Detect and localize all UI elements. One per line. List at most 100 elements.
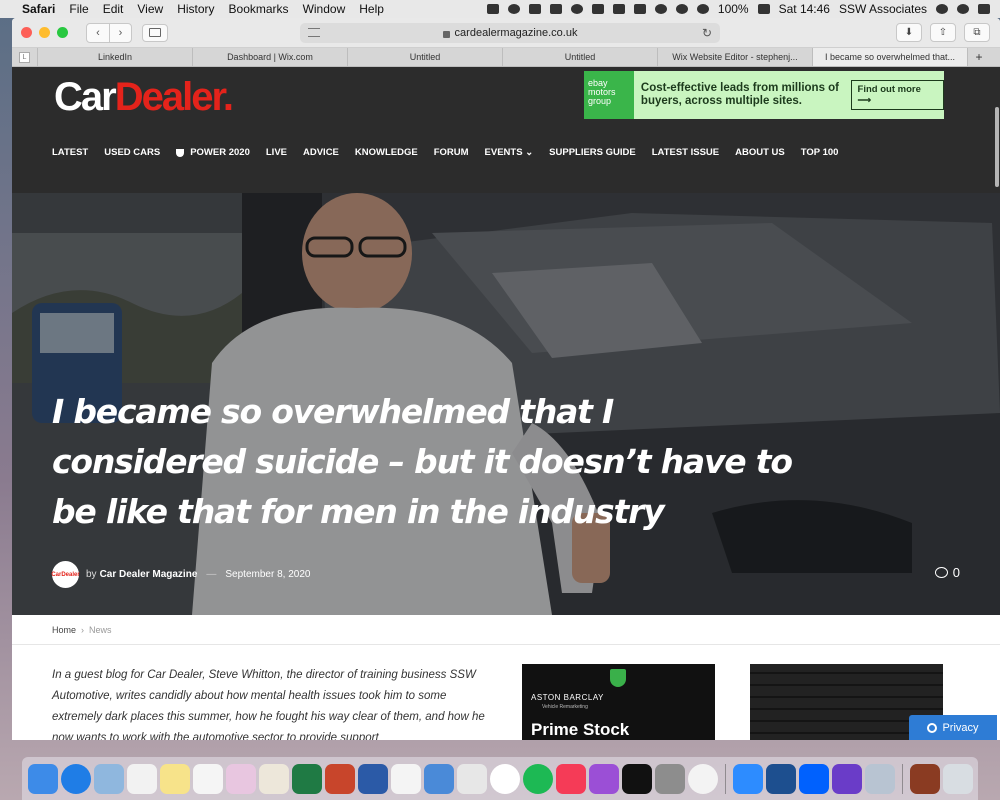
zoom-icon[interactable]	[733, 763, 763, 794]
finder-icon[interactable]	[28, 763, 58, 794]
nav-forum[interactable]: FORUM	[434, 147, 469, 158]
tab-linkedin[interactable]: LinkedIn	[38, 48, 193, 66]
fullscreen-window-button[interactable]	[57, 27, 68, 38]
mail-icon[interactable]	[570, 4, 583, 14]
logo-text-dealer: Dealer	[114, 75, 225, 119]
menu-history[interactable]: History	[177, 2, 214, 16]
airplay-icon[interactable]	[633, 4, 646, 14]
tab-article-active[interactable]: I became so overwhelmed that...	[813, 48, 968, 66]
reader-view-icon[interactable]	[308, 28, 320, 37]
nav-top-100[interactable]: TOP 100	[801, 147, 839, 158]
nav-latest-issue[interactable]: LATEST ISSUE	[652, 147, 719, 158]
comments-link[interactable]: 0	[934, 565, 960, 580]
music-target-icon[interactable]	[490, 763, 520, 794]
siri-icon[interactable]	[957, 4, 969, 14]
nav-suppliers-guide[interactable]: SUPPLIERS GUIDE	[549, 147, 636, 158]
close-window-button[interactable]	[21, 27, 32, 38]
downloads-stack-icon[interactable]	[910, 763, 940, 794]
pages-icon[interactable]	[457, 763, 487, 794]
privacy-button[interactable]: Privacy	[909, 715, 997, 740]
cloud-icon[interactable]	[507, 4, 520, 14]
minimize-window-button[interactable]	[39, 27, 50, 38]
tab-wix-dashboard[interactable]: Dashboard | Wix.com	[193, 48, 348, 66]
address-bar-url[interactable]: cardealermagazine.co.uk	[455, 27, 578, 39]
web-page: CarDealer. ebay motors group Cost-effect…	[12, 67, 1000, 740]
apple-tv-icon[interactable]	[622, 763, 652, 794]
menu-bar-clock[interactable]: Sat 14:46	[779, 2, 830, 16]
pinned-tab[interactable]: L	[12, 48, 38, 66]
imovie-icon[interactable]	[832, 763, 862, 794]
numbers-icon[interactable]	[391, 763, 421, 794]
contacts-icon[interactable]	[259, 763, 289, 794]
nav-about-us[interactable]: ABOUT US	[735, 147, 785, 158]
wifi-icon[interactable]	[696, 4, 709, 14]
menu-help[interactable]: Help	[359, 2, 384, 16]
battery-icon[interactable]	[757, 4, 770, 14]
podcasts-icon[interactable]	[589, 763, 619, 794]
tab-untitled-2[interactable]: Untitled	[503, 48, 658, 66]
car-dealer-logo[interactable]: CarDealer.	[54, 75, 234, 120]
itunes-icon[interactable]	[556, 763, 586, 794]
tab-untitled-1[interactable]: Untitled	[348, 48, 503, 66]
nav-knowledge[interactable]: KNOWLEDGE	[355, 147, 418, 158]
new-tab-button[interactable]: +	[968, 48, 990, 66]
page-scrollbar[interactable]	[994, 67, 1000, 189]
breadcrumb-home[interactable]: Home	[52, 625, 76, 635]
bi-icon[interactable]	[549, 4, 562, 14]
grid-icon[interactable]	[612, 4, 625, 14]
mail-app-icon[interactable]	[94, 763, 124, 794]
back-button[interactable]: ‹	[87, 24, 109, 42]
dropbox-icon[interactable]	[591, 4, 604, 14]
word-icon[interactable]	[358, 763, 388, 794]
menu-file[interactable]: File	[69, 2, 88, 16]
reload-icon[interactable]: ↻	[702, 26, 712, 40]
camera-icon[interactable]	[528, 4, 541, 14]
nav-events[interactable]: EVENTS ⌄	[485, 147, 534, 158]
notification-center-icon[interactable]	[978, 4, 990, 14]
menu-app-name[interactable]: Safari	[22, 2, 55, 16]
notes-icon[interactable]	[160, 763, 190, 794]
nav-power-2020[interactable]: POWER 2020	[176, 147, 250, 158]
author-link[interactable]: Car Dealer Magazine	[100, 569, 198, 580]
breadcrumb-current[interactable]: News	[89, 625, 112, 635]
spotify-icon[interactable]	[523, 763, 553, 794]
trash-icon[interactable]	[943, 763, 973, 794]
powerpoint-icon[interactable]	[325, 763, 355, 794]
nav-live[interactable]: LIVE	[266, 147, 287, 158]
ebay-motors-banner-ad[interactable]: ebay motors group Cost-effective leads f…	[584, 71, 944, 119]
nav-used-cars[interactable]: USED CARS	[104, 147, 160, 158]
facetime-icon[interactable]	[486, 4, 499, 14]
share-button[interactable]: ⇧	[930, 23, 956, 42]
chrome-icon[interactable]	[688, 763, 718, 794]
menu-bar-user[interactable]: SSW Associates	[839, 2, 927, 16]
photos-icon[interactable]	[226, 763, 256, 794]
excel-icon[interactable]	[292, 763, 322, 794]
aston-barclay-ad[interactable]: ASTON BARCLAY Vehicle Remarketing Prime …	[522, 664, 715, 740]
nav-advice[interactable]: ADVICE	[303, 147, 339, 158]
author-avatar[interactable]: CarDealer	[51, 561, 80, 588]
nav-latest[interactable]: LATEST	[52, 147, 88, 158]
quicktime-icon[interactable]	[766, 763, 796, 794]
address-bar[interactable]: cardealermagazine.co.uk ↻	[300, 23, 720, 43]
scrollbar-thumb[interactable]	[995, 107, 999, 187]
dropbox-app-icon[interactable]	[799, 763, 829, 794]
calendar-icon[interactable]	[127, 763, 157, 794]
reminders-icon[interactable]	[193, 763, 223, 794]
time-machine-icon[interactable]	[654, 4, 667, 14]
downloads-button[interactable]: ⬇	[896, 23, 922, 42]
system-preferences-icon[interactable]	[655, 763, 685, 794]
menu-bookmarks[interactable]: Bookmarks	[229, 2, 289, 16]
tab-wix-editor[interactable]: Wix Website Editor - stephenj...	[658, 48, 813, 66]
spotlight-search-icon[interactable]	[936, 4, 948, 14]
preview-icon[interactable]	[865, 763, 895, 794]
find-out-more-button[interactable]: Find out more ⟶	[850, 80, 944, 110]
safari-icon[interactable]	[61, 763, 91, 794]
bluetooth-icon[interactable]	[675, 4, 688, 14]
keynote-icon[interactable]	[424, 763, 454, 794]
menu-edit[interactable]: Edit	[103, 2, 124, 16]
forward-button[interactable]: ›	[109, 23, 131, 42]
show-tabs-button[interactable]: ⧉	[964, 23, 990, 42]
sidebar-toggle-button[interactable]	[142, 23, 168, 42]
menu-view[interactable]: View	[137, 2, 163, 16]
menu-window[interactable]: Window	[303, 2, 346, 16]
